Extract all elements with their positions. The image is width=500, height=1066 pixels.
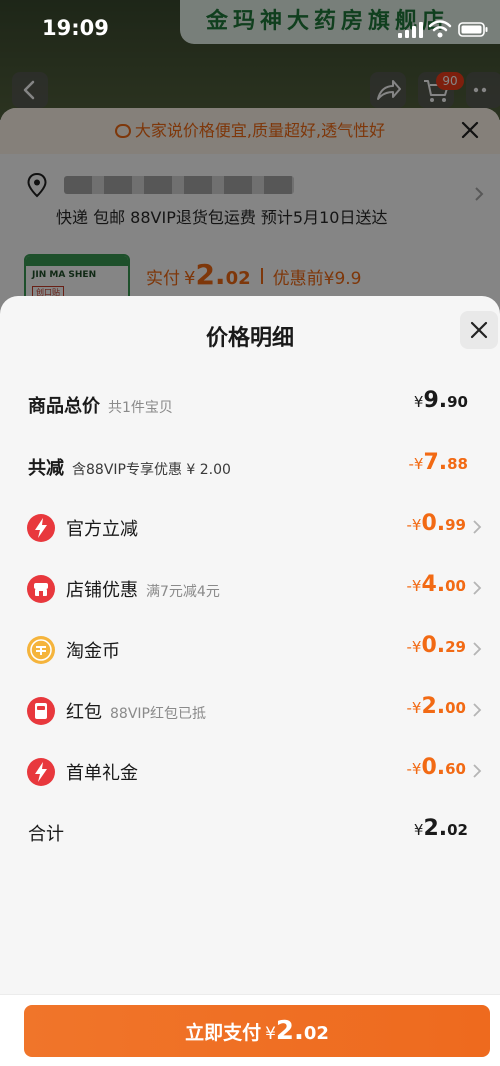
row-sub-text: 共1件宝贝	[108, 400, 173, 416]
wifi-icon	[428, 20, 452, 38]
modal-footer: 立即支付 ¥2.02	[0, 994, 500, 1066]
price-detail-modal: 价格明细 商品总价 共1件宝贝 ¥9.90 共减 含88VIP专享优惠 ¥ 2.00…	[0, 296, 500, 1066]
amount-symbol: -¥	[406, 638, 422, 656]
row-amount: ¥9.90	[414, 388, 468, 413]
amount-int: 2.	[423, 816, 448, 841]
row-label: 淘金币	[66, 637, 120, 663]
amount-dec: 88	[447, 455, 468, 473]
amount-int: 9.	[423, 388, 448, 413]
modal-title: 价格明细	[205, 326, 294, 351]
row-grand-total: 合计 ¥2.02	[0, 812, 500, 852]
row-label: 首单礼金	[66, 759, 138, 785]
pay-now-button[interactable]: 立即支付 ¥2.02	[24, 1005, 490, 1057]
amount-dec: 00	[445, 577, 466, 595]
close-icon	[470, 321, 488, 339]
row-amount: -¥0.60	[406, 755, 466, 780]
modal-close-button[interactable]	[460, 311, 498, 349]
row-label-text: 合计	[28, 824, 64, 845]
row-label: 店铺优惠 满7元减4元	[66, 576, 220, 602]
amount-dec: 60	[445, 760, 466, 778]
row-label-text: 首单礼金	[66, 763, 138, 784]
row-label: 合计	[28, 820, 64, 846]
amount-int: 7.	[423, 450, 448, 475]
row-label-text: 红包	[66, 702, 102, 723]
shop-icon	[27, 575, 55, 603]
chevron-right-icon	[473, 764, 482, 778]
coin-icon	[27, 636, 55, 664]
battery-icon	[458, 22, 488, 37]
row-sub-text: 88VIP红包已抵	[110, 706, 206, 722]
row-amount: -¥4.00	[406, 572, 466, 597]
row-label: 官方立减	[66, 515, 138, 541]
pay-button-dec: 02	[303, 1023, 329, 1044]
chevron-right-icon	[473, 642, 482, 656]
amount-int: 4.	[421, 572, 446, 597]
cellular-signal-icon	[398, 22, 423, 38]
amount-int: 0.	[421, 755, 446, 780]
amount-int: 0.	[421, 511, 446, 536]
amount-int: 0.	[421, 633, 446, 658]
row-amount: -¥2.00	[406, 694, 466, 719]
row-first-order-gift[interactable]: 首单礼金 -¥0.60	[0, 751, 500, 791]
row-total-discount: 共减 含88VIP专享优惠 ¥ 2.00 -¥7.88	[0, 446, 500, 486]
lightning-icon	[27, 758, 55, 786]
row-amount: -¥0.29	[406, 633, 466, 658]
row-label: 商品总价 共1件宝贝	[28, 392, 173, 418]
row-amount: ¥2.02	[414, 816, 468, 841]
row-label-text: 淘金币	[66, 641, 120, 662]
row-label-text: 官方立减	[66, 519, 138, 540]
row-label-text: 共减	[28, 458, 64, 479]
chevron-right-icon	[473, 581, 482, 595]
red-packet-icon	[27, 697, 55, 725]
chevron-right-icon	[473, 520, 482, 534]
amount-dec: 02	[447, 821, 468, 839]
row-label: 共减 含88VIP专享优惠 ¥ 2.00	[28, 454, 231, 480]
amount-int: 2.	[421, 694, 446, 719]
amount-dec: 99	[445, 516, 466, 534]
pay-button-int: 2.	[275, 1016, 304, 1046]
row-store-discount[interactable]: 店铺优惠 满7元减4元 -¥4.00	[0, 568, 500, 608]
pay-button-symbol: ¥	[265, 1024, 276, 1044]
amount-dec: 29	[445, 638, 466, 656]
lightning-icon	[27, 514, 55, 542]
row-goods-total: 商品总价 共1件宝贝 ¥9.90	[0, 384, 500, 424]
amount-dec: 00	[445, 699, 466, 717]
pay-button-label: 立即支付	[185, 1022, 262, 1044]
row-label-text: 商品总价	[28, 396, 100, 417]
status-time: 19:09	[42, 16, 109, 40]
amount-symbol: -¥	[408, 455, 424, 473]
amount-symbol: -¥	[406, 516, 422, 534]
amount-dec: 90	[447, 393, 468, 411]
amount-symbol: -¥	[406, 760, 422, 778]
row-red-packet[interactable]: 红包 88VIP红包已抵 -¥2.00	[0, 690, 500, 730]
row-sub-text: 含88VIP专享优惠 ¥ 2.00	[72, 462, 231, 478]
chevron-right-icon	[473, 703, 482, 717]
row-official-discount[interactable]: 官方立减 -¥0.99	[0, 507, 500, 547]
screen: 金玛神大药房旗舰店 90 大家说价格便宜,质量超好,透气性好 快递 包邮 88V…	[0, 0, 500, 1066]
amount-symbol: -¥	[406, 699, 422, 717]
status-bar: 19:09	[0, 0, 500, 56]
row-sub-text: 满7元减4元	[146, 584, 220, 600]
amount-symbol: -¥	[406, 577, 422, 595]
row-amount: -¥7.88	[408, 450, 468, 475]
row-tao-coins[interactable]: 淘金币 -¥0.29	[0, 629, 500, 669]
row-label: 红包 88VIP红包已抵	[66, 698, 206, 724]
row-amount: -¥0.99	[406, 511, 466, 536]
row-label-text: 店铺优惠	[66, 580, 138, 601]
